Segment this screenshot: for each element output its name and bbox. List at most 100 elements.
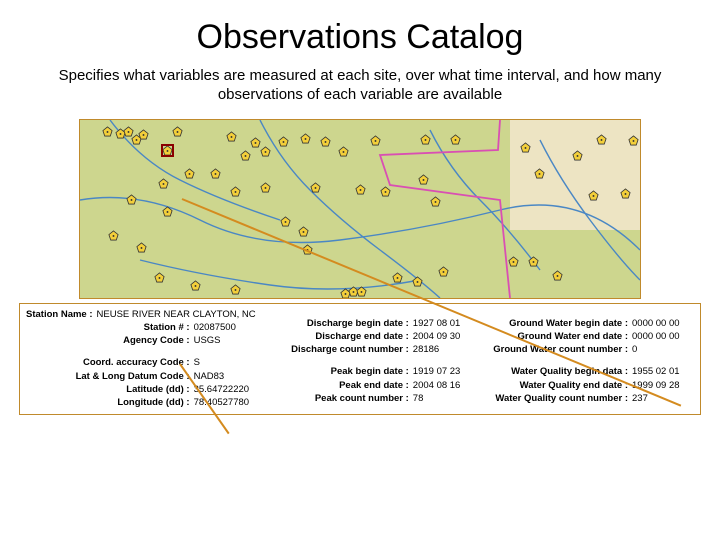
station-marker[interactable]: [138, 129, 149, 140]
info-label: Station # :: [26, 321, 190, 334]
info-row: Discharge end date :2004 09 30: [264, 330, 475, 343]
info-label: Ground Water begin date :: [483, 317, 628, 330]
station-marker[interactable]: [412, 276, 423, 287]
info-label: Coord. accuracy Code :: [26, 356, 190, 369]
station-marker[interactable]: [438, 266, 449, 277]
station-marker[interactable]: [356, 286, 367, 297]
info-row: Station # : 02087500: [26, 321, 256, 334]
station-marker[interactable]: [355, 184, 366, 195]
station-marker[interactable]: [552, 270, 563, 281]
station-marker[interactable]: [534, 168, 545, 179]
info-value: 78: [413, 392, 475, 405]
info-row: Station Name : NEUSE RIVER NEAR CLAYTON, …: [26, 308, 256, 321]
station-marker[interactable]: [450, 134, 461, 145]
station-marker[interactable]: [338, 146, 349, 157]
info-col-2: Discharge begin date :1927 08 01Discharg…: [260, 308, 479, 410]
station-marker[interactable]: [380, 186, 391, 197]
station-marker[interactable]: [190, 280, 201, 291]
station-marker[interactable]: [430, 196, 441, 207]
info-value: NAD83: [194, 370, 256, 383]
info-label: Discharge end date :: [264, 330, 409, 343]
info-label: Water Quality begin data :: [483, 365, 628, 378]
station-marker[interactable]: [260, 182, 271, 193]
station-info-panel: Station Name : NEUSE RIVER NEAR CLAYTON, …: [19, 303, 701, 415]
station-marker[interactable]: [298, 226, 309, 237]
station-marker[interactable]: [520, 142, 531, 153]
station-marker[interactable]: [596, 134, 607, 145]
info-row: Peak end date : 2004 08 16: [264, 379, 475, 392]
info-label: Water Quality count number :: [483, 392, 628, 405]
station-marker[interactable]: [420, 134, 431, 145]
station-marker[interactable]: [278, 136, 289, 147]
info-value: 28186: [413, 343, 475, 356]
info-row: Agency Code : USGS: [26, 334, 256, 347]
info-row: Peak begin date : 1919 07 23: [264, 365, 475, 378]
info-value: 1955 02 01: [632, 365, 694, 378]
station-marker[interactable]: [628, 135, 639, 146]
station-marker[interactable]: [184, 168, 195, 179]
station-marker[interactable]: [102, 126, 113, 137]
station-marker[interactable]: [108, 230, 119, 241]
info-row: Peak count number : 78: [264, 392, 475, 405]
station-marker[interactable]: [162, 206, 173, 217]
station-marker[interactable]: [126, 194, 137, 205]
station-marker[interactable]: [154, 272, 165, 283]
info-row: Water Quality end date :1999 09 28: [483, 379, 694, 392]
info-label: Peak begin date :: [264, 365, 409, 378]
info-row: Discharge count number : 28186: [264, 343, 475, 356]
station-marker[interactable]: [260, 146, 271, 157]
station-marker[interactable]: [136, 242, 147, 253]
info-value: 0000 00 00: [632, 317, 694, 330]
info-label: Discharge begin date :: [264, 317, 409, 330]
station-marker[interactable]: [226, 131, 237, 142]
info-row: Discharge begin date : 1927 08 01: [264, 317, 475, 330]
station-marker[interactable]: [508, 256, 519, 267]
station-marker[interactable]: [572, 150, 583, 161]
station-marker[interactable]: [172, 126, 183, 137]
subtitle: Specifies what variables are measured at…: [40, 67, 680, 105]
info-col-3: Ground Water begin date :0000 00 00Groun…: [479, 308, 698, 410]
station-marker[interactable]: [320, 136, 331, 147]
info-value: 02087500: [194, 321, 256, 334]
info-value: S: [194, 356, 256, 369]
info-label: Longitude (dd) :: [26, 396, 190, 409]
page-title: Observations Catalog: [0, 18, 720, 57]
info-label: Discharge count number :: [264, 343, 409, 356]
info-label: Lat & Long Datum Code :: [26, 370, 190, 383]
info-value: 1919 07 23: [413, 365, 475, 378]
info-col-1: Station Name : NEUSE RIVER NEAR CLAYTON, …: [22, 308, 260, 410]
station-marker[interactable]: [280, 216, 291, 227]
info-label: Station Name :: [26, 308, 93, 321]
station-marker[interactable]: [418, 174, 429, 185]
station-marker[interactable]: [240, 150, 251, 161]
info-label: Agency Code :: [26, 334, 190, 347]
info-row: Coord. accuracy Code : S: [26, 356, 256, 369]
info-value: NEUSE RIVER NEAR CLAYTON, NC: [97, 308, 256, 321]
station-marker[interactable]: [588, 190, 599, 201]
info-value: 0: [632, 343, 694, 356]
info-label: Peak count number :: [264, 392, 409, 405]
info-value: 0000 00 00: [632, 330, 694, 343]
info-label: Peak end date :: [264, 379, 409, 392]
station-marker[interactable]: [300, 133, 311, 144]
info-value: 1927 08 01: [413, 317, 475, 330]
station-marker[interactable]: [230, 284, 241, 295]
info-label: Water Quality end date :: [483, 379, 628, 392]
station-marker[interactable]: [310, 182, 321, 193]
info-row: Lat & Long Datum Code : NAD83: [26, 370, 256, 383]
info-row: Latitude (dd) :35.64722220: [26, 383, 256, 396]
info-row: Ground Water count number :0: [483, 343, 694, 356]
station-marker[interactable]: [528, 256, 539, 267]
info-row: Longitude (dd) :78.40527780: [26, 396, 256, 409]
info-label: Latitude (dd) :: [26, 383, 190, 396]
info-row: Ground Water begin date : 0000 00 00: [483, 317, 694, 330]
station-marker[interactable]: [230, 186, 241, 197]
station-marker[interactable]: [370, 135, 381, 146]
station-marker[interactable]: [620, 188, 631, 199]
station-marker-selected[interactable]: [162, 145, 173, 156]
station-marker[interactable]: [210, 168, 221, 179]
info-value: 2004 08 16: [413, 379, 475, 392]
station-marker[interactable]: [392, 272, 403, 283]
station-marker[interactable]: [158, 178, 169, 189]
info-value: USGS: [194, 334, 256, 347]
